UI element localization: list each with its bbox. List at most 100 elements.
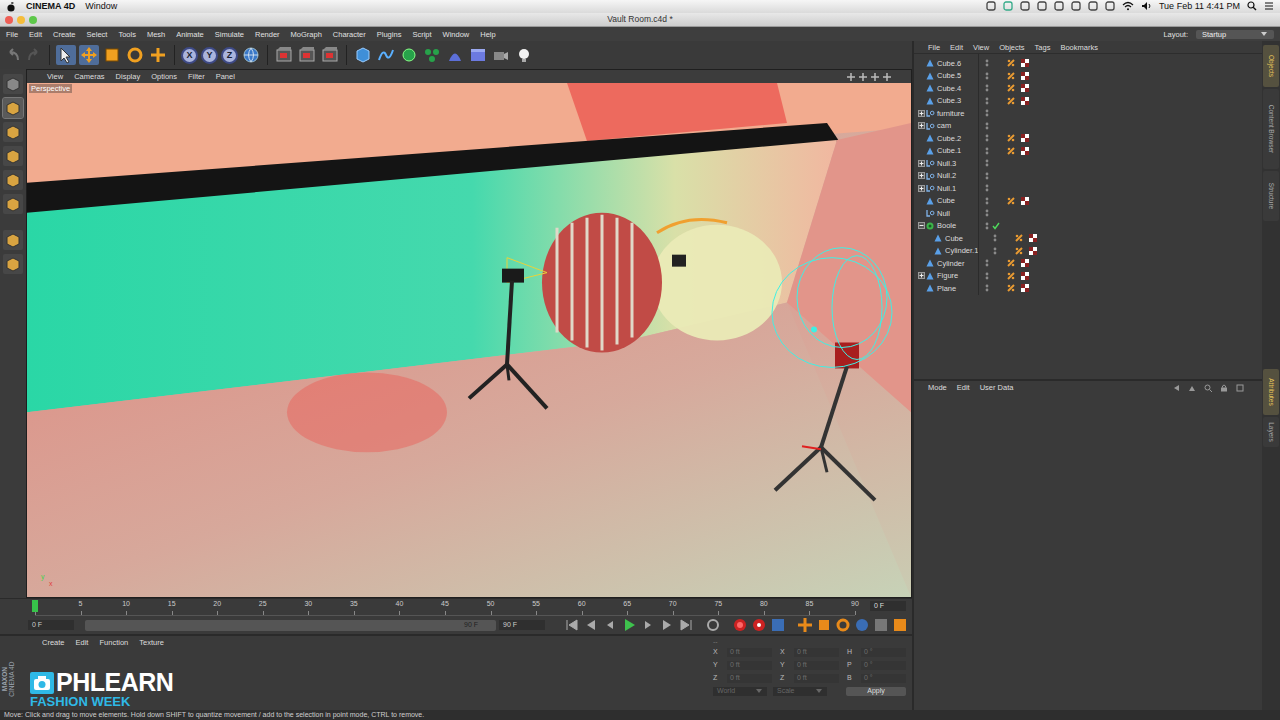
object-row[interactable]: Cube <box>914 232 1262 245</box>
menu-item[interactable]: Plugins <box>377 30 402 39</box>
object-row[interactable]: Null <box>914 207 1262 220</box>
object-name[interactable]: furniture <box>935 109 979 118</box>
object-row[interactable]: Cube.2 <box>914 132 1262 145</box>
object-name[interactable]: Plane <box>935 284 979 293</box>
visibility-dots-icon[interactable] <box>985 209 989 217</box>
transport-button[interactable] <box>797 617 813 633</box>
status-icon[interactable] <box>1020 1 1030 11</box>
transport-button[interactable] <box>564 617 580 633</box>
visibility-dots-icon[interactable] <box>985 272 989 280</box>
create-button[interactable] <box>422 45 442 65</box>
menu-item[interactable]: MoGraph <box>291 30 322 39</box>
side-tab[interactable]: Attributes <box>1263 369 1279 415</box>
coordinate-value[interactable]: 0 ° <box>861 661 906 669</box>
tool-button[interactable] <box>102 45 122 65</box>
apply-button[interactable]: Apply <box>846 687 906 695</box>
visibility-dots-icon[interactable] <box>985 97 989 105</box>
create-button[interactable] <box>376 45 396 65</box>
size-mode-select[interactable]: Scale <box>773 687 827 695</box>
objects-menu-item[interactable]: Bookmarks <box>1060 43 1098 52</box>
visibility-dots-icon[interactable] <box>985 109 989 117</box>
coordinate-value[interactable]: 0 ft <box>794 661 839 669</box>
menu-item[interactable]: Character <box>333 30 366 39</box>
menu-item[interactable]: Mesh <box>147 30 165 39</box>
mode-button[interactable] <box>3 194 23 214</box>
expander[interactable] <box>916 171 926 181</box>
mode-button[interactable] <box>3 146 23 166</box>
visibility-dots-icon[interactable] <box>985 72 989 80</box>
coordinate-value[interactable]: 0 ft <box>794 648 839 656</box>
object-row[interactable]: Figure <box>914 270 1262 283</box>
phong-tag-icon[interactable] <box>1007 97 1015 105</box>
create-button[interactable] <box>445 45 465 65</box>
search-icon[interactable] <box>1204 384 1212 392</box>
coordinate-value[interactable]: 0 ft <box>727 674 772 682</box>
tool-button[interactable] <box>125 45 145 65</box>
menu-item[interactable]: Help <box>480 30 495 39</box>
object-row[interactable]: Null.1 <box>914 182 1262 195</box>
create-button[interactable] <box>399 45 419 65</box>
status-icon[interactable] <box>1105 1 1115 11</box>
object-row[interactable]: Boole <box>914 220 1262 233</box>
texture-tag-icon[interactable] <box>1021 84 1029 92</box>
visibility-dots-icon[interactable] <box>993 247 997 255</box>
create-button[interactable] <box>514 45 534 65</box>
visibility-dots-icon[interactable] <box>985 84 989 92</box>
axis-lock-button[interactable]: Z <box>221 47 238 64</box>
menu-item[interactable]: Create <box>53 30 76 39</box>
axis-lock-button[interactable]: Y <box>201 47 218 64</box>
object-row[interactable]: Cube <box>914 195 1262 208</box>
transport-button[interactable] <box>602 617 618 633</box>
status-icon[interactable] <box>1071 1 1081 11</box>
coordinate-mode-select[interactable]: World <box>713 687 767 695</box>
expander[interactable] <box>916 108 926 118</box>
viewport-menu-item[interactable]: Filter <box>188 72 205 81</box>
coordinate-value[interactable]: 0 ft <box>794 674 839 682</box>
object-name[interactable]: cam <box>935 121 979 130</box>
side-tab[interactable]: Objects <box>1263 45 1279 87</box>
object-row[interactable]: Null.3 <box>914 157 1262 170</box>
object-row[interactable]: Null.2 <box>914 170 1262 183</box>
expand-state[interactable] <box>918 110 925 117</box>
object-name[interactable]: Cylinder <box>935 259 979 268</box>
create-button[interactable] <box>468 45 488 65</box>
object-name[interactable]: Figure <box>935 271 979 280</box>
texture-tag-icon[interactable] <box>1021 259 1029 267</box>
side-tab[interactable]: Layers <box>1263 417 1279 447</box>
texture-tag-icon[interactable] <box>1021 284 1029 292</box>
status-icon[interactable] <box>986 1 996 11</box>
transport-button[interactable] <box>705 617 721 633</box>
expander[interactable] <box>916 158 926 168</box>
object-row[interactable]: Cube.4 <box>914 82 1262 95</box>
object-row[interactable]: furniture <box>914 107 1262 120</box>
texture-tag-icon[interactable] <box>1021 97 1029 105</box>
clock[interactable]: Tue Feb 11 4:41 PM <box>1159 1 1240 12</box>
coordinate-value[interactable]: 0 ° <box>861 648 906 656</box>
status-icon[interactable] <box>1088 1 1098 11</box>
object-name[interactable]: Cube <box>935 196 979 205</box>
transport-button[interactable] <box>751 617 767 633</box>
playhead[interactable] <box>32 600 38 612</box>
expander[interactable] <box>916 183 926 193</box>
transport-button[interactable] <box>659 617 675 633</box>
render-button[interactable] <box>274 45 294 65</box>
redo-icon[interactable] <box>25 46 43 64</box>
object-name[interactable]: Cube.6 <box>935 59 979 68</box>
mac-menu[interactable]: Window <box>85 1 117 12</box>
visibility-dots-icon[interactable] <box>985 259 989 267</box>
enable-check[interactable] <box>992 222 1000 230</box>
expander[interactable] <box>916 121 926 131</box>
status-icon[interactable] <box>1037 1 1047 11</box>
tool-button[interactable] <box>79 45 99 65</box>
phong-tag-icon[interactable] <box>1007 59 1015 67</box>
transport-button[interactable] <box>873 617 889 633</box>
visibility-dots-icon[interactable] <box>985 197 989 205</box>
menu-item[interactable]: Script <box>412 30 431 39</box>
side-tab[interactable]: Structure <box>1263 171 1279 221</box>
end-frame-field[interactable]: 90 F <box>499 620 545 630</box>
visibility-dots-icon[interactable] <box>985 172 989 180</box>
object-name[interactable]: Null.1 <box>935 184 979 193</box>
object-name[interactable]: Null <box>935 209 979 218</box>
object-name[interactable]: Null.3 <box>935 159 979 168</box>
visibility-dots-icon[interactable] <box>985 59 989 67</box>
